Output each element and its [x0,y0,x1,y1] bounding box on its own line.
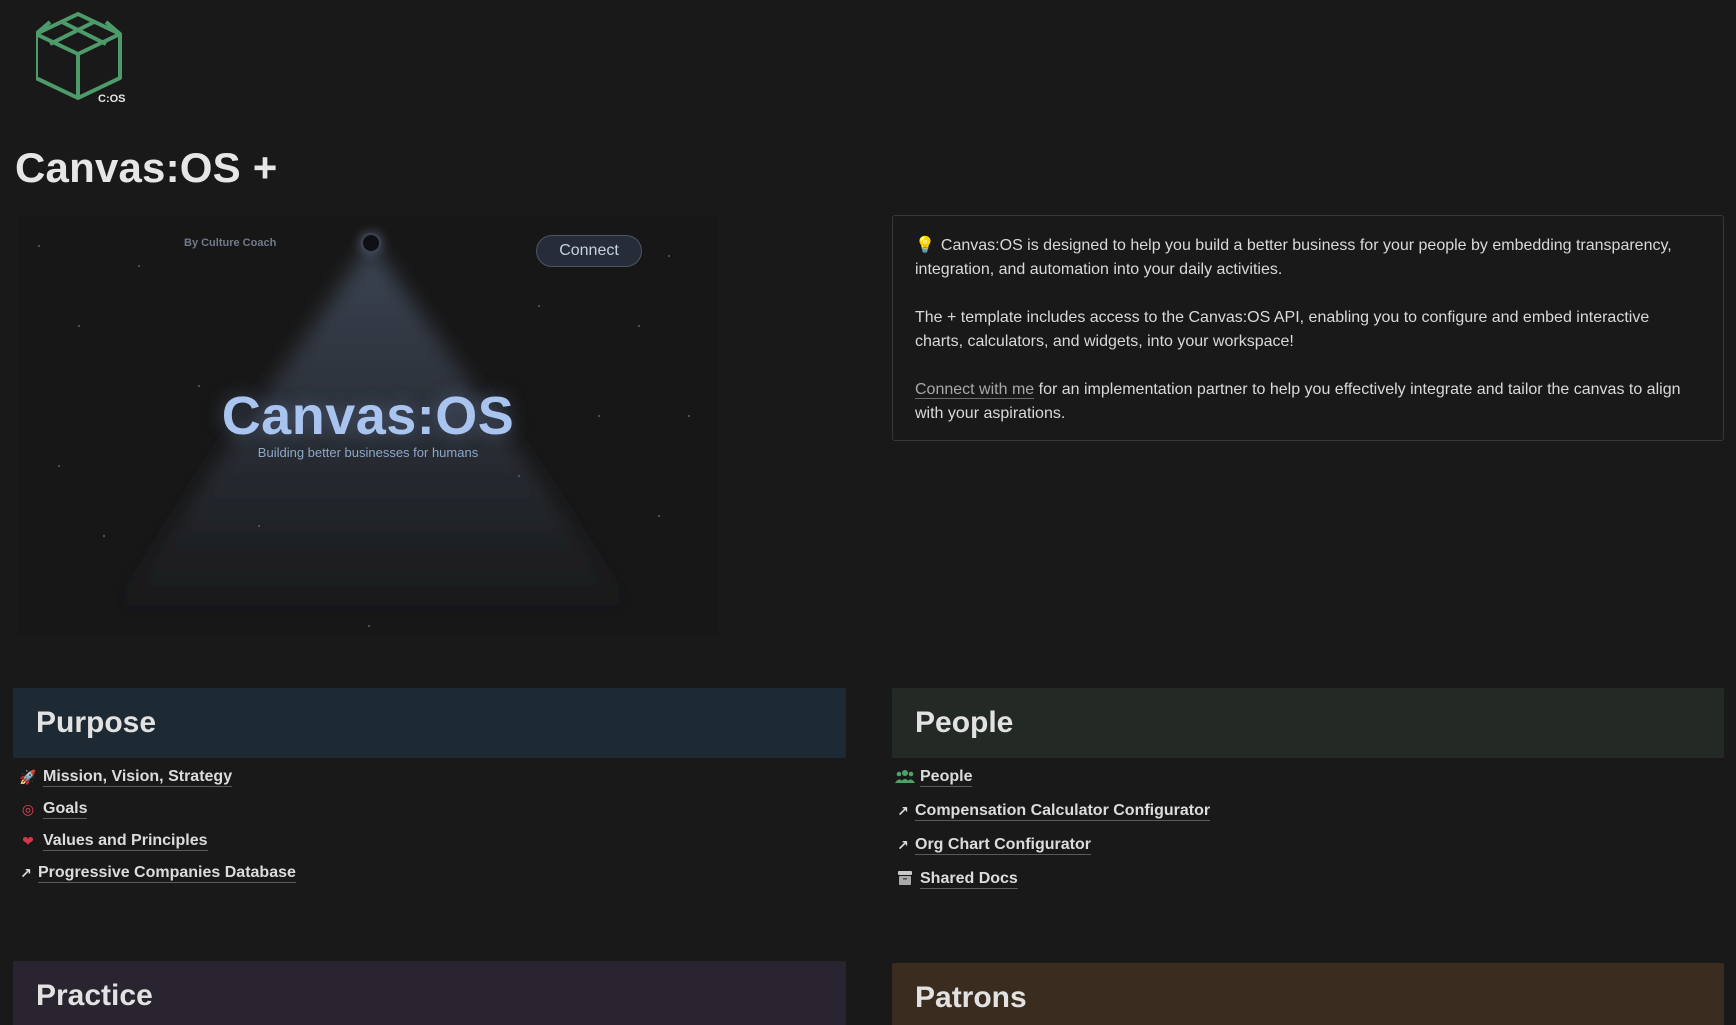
connect-button[interactable]: Connect [536,235,642,267]
star [103,535,105,537]
intro-callout: 💡 Canvas:OS is designed to help you build… [892,215,1724,441]
star [638,325,640,327]
star [368,625,370,627]
list-item[interactable]: People [895,767,1210,787]
lightbulb-icon: 💡 [915,237,935,254]
list-item[interactable]: 🚀 Mission, Vision, Strategy [18,767,296,787]
star [58,465,60,467]
spotlight-lamp-icon [361,233,381,253]
list-item[interactable]: ↗ Progressive Companies Database [18,863,296,883]
people-group-icon [895,769,915,786]
link-label[interactable]: Mission, Vision, Strategy [43,767,233,787]
hero-tagline: Building better businesses for humans [257,445,479,460]
link-label[interactable]: People [920,767,973,787]
link-label[interactable]: Compensation Calculator Configurator [915,801,1211,821]
list-item[interactable]: Shared Docs [895,869,1210,889]
link-label[interactable]: Progressive Companies Database [38,863,296,883]
logo-badge: C:OS [98,93,126,105]
connect-with-me-link[interactable]: Connect with me [915,381,1035,399]
star [258,525,260,527]
section-practice-header: Practice [13,961,846,1025]
star [78,325,80,327]
archive-icon [895,870,915,889]
section-patrons-header: Patrons [892,963,1724,1025]
purpose-links: 🚀 Mission, Vision, Strategy ◎ Goals ❤ Va… [18,767,296,895]
people-links: People ↗ Compensation Calculator Configu… [895,767,1211,903]
list-item[interactable]: ↗ Org Chart Configurator [895,835,1210,855]
list-item[interactable]: ❤ Values and Principles [18,831,296,851]
rocket-icon: 🚀 [19,768,37,785]
target-icon: ◎ [21,800,35,817]
list-item[interactable]: ◎ Goals [18,799,296,819]
star [668,255,670,257]
callout-paragraph-1: 💡 Canvas:OS is designed to help you build… [915,234,1701,282]
star [658,515,660,517]
star [538,305,540,307]
callout-paragraph-3: Connect with me for an implementation pa… [915,378,1701,426]
hero-brand-title: Canvas:OS [221,386,515,446]
link-label[interactable]: Shared Docs [920,869,1018,889]
link-label[interactable]: Org Chart Configurator [915,835,1091,855]
canvas-os-logo: C:OS [34,8,146,118]
link-arrow-icon: ↗ [897,802,909,819]
star [38,245,40,247]
hero-embed: By Culture Coach Connect Canvas:OS Build… [18,215,718,635]
link-arrow-icon: ↗ [897,836,909,853]
star [138,265,140,267]
heart-icon: ❤ [22,832,34,849]
star [518,475,520,477]
callout-text-1: Canvas:OS is designed to help you build … [915,237,1672,278]
box-logo-icon: C:OS [34,12,126,105]
page: C:OS Canvas:OS + By Culture Coach Connec… [0,0,1736,1025]
link-label[interactable]: Values and Principles [43,831,208,851]
list-item[interactable]: ↗ Compensation Calculator Configurator [895,801,1211,821]
link-label[interactable]: Goals [43,799,88,819]
section-people-header: People [892,688,1724,758]
hero-byline: By Culture Coach [184,237,277,249]
section-purpose-header: Purpose [13,688,846,758]
callout-paragraph-2: The + template includes access to the Ca… [915,309,1650,350]
page-title: Canvas:OS + [15,144,278,191]
link-arrow-icon: ↗ [20,864,32,881]
